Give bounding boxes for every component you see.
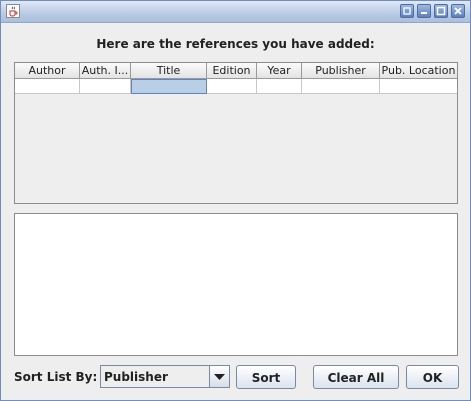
minimize-button[interactable] — [417, 4, 431, 18]
app-window: Here are the references you have added: … — [0, 0, 471, 401]
ok-button[interactable]: OK — [406, 365, 459, 389]
column-header-publisher[interactable]: Publisher — [302, 63, 380, 79]
table-cell-author-initials[interactable] — [80, 79, 131, 94]
table-cell-year[interactable] — [257, 79, 302, 94]
column-header-author-initials[interactable]: Auth. I... — [80, 63, 131, 79]
references-heading: Here are the references you have added: — [96, 37, 375, 51]
column-header-edition[interactable]: Edition — [207, 63, 257, 79]
column-header-author[interactable]: Author — [15, 63, 80, 79]
iconify-icon — [403, 7, 411, 15]
maximize-icon — [436, 6, 446, 16]
close-button[interactable] — [451, 4, 465, 18]
close-icon — [454, 7, 462, 15]
table-cell-edition[interactable] — [207, 79, 257, 94]
maximize-button[interactable] — [434, 4, 448, 18]
table-cell-title-selected[interactable] — [131, 79, 207, 94]
column-header-year[interactable]: Year — [257, 63, 302, 79]
column-header-pub-location[interactable]: Pub. Location — [380, 63, 457, 79]
sort-button[interactable]: Sort — [236, 365, 296, 389]
table-cell-author[interactable] — [15, 79, 80, 94]
combobox-arrow-button[interactable] — [209, 366, 229, 387]
iconify-button[interactable] — [400, 4, 414, 18]
minimize-icon — [421, 12, 427, 14]
reference-details-textarea[interactable] — [14, 213, 458, 356]
chevron-down-icon — [214, 374, 225, 380]
sort-by-selected-value: Publisher — [104, 370, 168, 384]
title-bar[interactable] — [1, 1, 470, 23]
table-cell-publisher[interactable] — [302, 79, 380, 94]
clear-all-button[interactable]: Clear All — [313, 365, 399, 389]
sort-by-combobox[interactable]: Publisher — [100, 365, 230, 388]
table-header: Author Auth. I... Title Edition Year Pub… — [15, 63, 457, 79]
java-cup-icon — [6, 4, 20, 18]
sort-list-label: Sort List By: — [14, 370, 98, 384]
references-table[interactable]: Author Auth. I... Title Edition Year Pub… — [14, 62, 458, 204]
column-header-title[interactable]: Title — [131, 63, 207, 79]
table-row[interactable] — [15, 79, 457, 94]
table-cell-pub-location[interactable] — [380, 79, 457, 94]
